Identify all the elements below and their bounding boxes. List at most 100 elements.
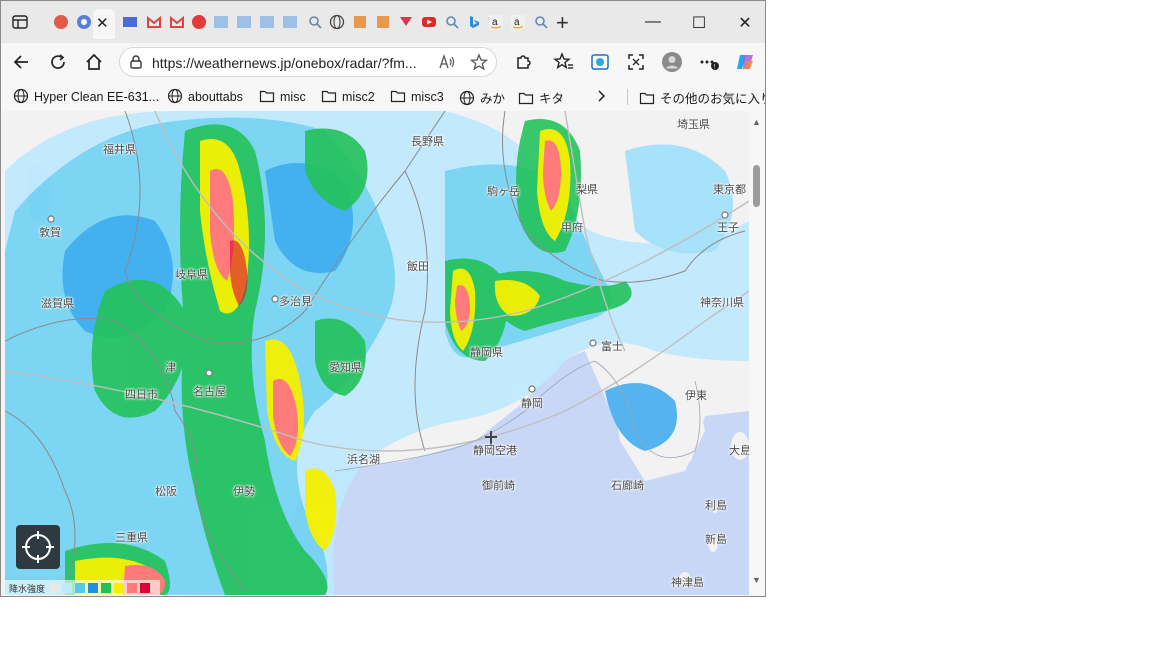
current-location-button[interactable] <box>16 525 60 569</box>
back-icon[interactable] <box>11 51 33 73</box>
map-label: 石廊崎 <box>611 480 644 492</box>
browser-window: ✕ a a + — ☐ ✕ https://weathernews.jp/one… <box>0 0 766 597</box>
search-icon[interactable] <box>307 14 323 30</box>
lock-icon[interactable] <box>128 54 144 70</box>
bookmark-folder-misc[interactable]: misc <box>259 88 306 104</box>
scrollbar-thumb[interactable] <box>753 165 760 207</box>
map-label: 岐阜県 <box>175 269 208 281</box>
tab-favicon-icon[interactable] <box>236 14 252 30</box>
bookmark-folder-misc3[interactable]: misc3 <box>390 88 444 104</box>
bookmarks-divider <box>627 89 628 105</box>
chevron-right-icon[interactable] <box>595 89 609 103</box>
bookmark-abouttabs[interactable]: abouttabs <box>167 88 243 104</box>
map-label: 東京都 <box>713 184 746 196</box>
scroll-up-icon[interactable]: ▲ <box>752 117 761 127</box>
gmail-icon[interactable] <box>169 14 185 30</box>
gmail-icon[interactable] <box>146 14 162 30</box>
search-icon[interactable] <box>533 14 549 30</box>
url-text[interactable]: https://weathernews.jp/onebox/radar/?fm.… <box>152 55 417 71</box>
close-tab-icon[interactable]: ✕ <box>96 14 109 32</box>
radar-map-canvas[interactable] <box>5 111 749 595</box>
map-label: 三重県 <box>115 532 148 544</box>
legend-swatch <box>62 583 72 593</box>
globe-icon[interactable] <box>329 14 345 30</box>
map-label: 多治見 <box>279 296 312 308</box>
bing-icon[interactable] <box>466 14 482 30</box>
map-label: 新島 <box>705 534 727 546</box>
address-bar[interactable]: https://weathernews.jp/onebox/radar/?fm.… <box>119 47 497 77</box>
legend-swatch <box>127 583 137 593</box>
bookmark-folder-kita[interactable]: キタ <box>518 88 564 107</box>
tab-favicon-icon[interactable] <box>398 14 414 30</box>
map-label: 滋賀県 <box>41 298 74 310</box>
tab-actions-icon[interactable] <box>11 13 29 31</box>
close-window-button[interactable]: ✕ <box>735 13 755 33</box>
globe-icon <box>13 88 29 104</box>
refresh-icon[interactable] <box>47 51 69 73</box>
bookmark-folder-misc2[interactable]: misc2 <box>321 88 375 104</box>
map-label: 埼玉県 <box>677 119 710 131</box>
edge-bar-icon[interactable] <box>589 51 611 73</box>
map-label: 伊勢 <box>233 486 255 498</box>
tab-favicon-icon[interactable] <box>352 14 368 30</box>
map-label: 神奈川県 <box>700 297 744 309</box>
bookmark-mika[interactable]: みか <box>459 88 505 107</box>
youtube-icon[interactable] <box>421 14 437 30</box>
amazon-icon[interactable]: a <box>510 14 526 30</box>
home-icon[interactable] <box>83 51 105 73</box>
bookmark-hyper-clean[interactable]: Hyper Clean EE-631... <box>13 88 159 104</box>
read-aloud-icon[interactable] <box>438 53 456 71</box>
folder-icon <box>259 90 275 103</box>
more-menu-icon[interactable]: ! <box>698 51 720 73</box>
map-label: 梨県 <box>576 184 598 196</box>
map-label: 四日市 <box>125 389 158 401</box>
maximize-button[interactable]: ☐ <box>689 13 709 33</box>
map-label: 静岡 <box>521 398 543 410</box>
minimize-button[interactable]: — <box>643 13 663 31</box>
tab-favicon-icon[interactable] <box>191 14 207 30</box>
globe-icon <box>459 90 475 106</box>
svg-text:a: a <box>492 17 498 28</box>
map-label: 松阪 <box>155 486 177 498</box>
tab-favicon-icon[interactable] <box>259 14 275 30</box>
tab-favicon-icon[interactable] <box>213 14 229 30</box>
legend-swatch <box>75 583 85 593</box>
map-label: 敦賀 <box>39 227 61 239</box>
folder-icon <box>639 92 655 105</box>
extensions-icon[interactable] <box>512 51 534 73</box>
scroll-down-icon[interactable]: ▼ <box>752 575 761 585</box>
map-label: 神津島 <box>671 577 704 589</box>
navigation-toolbar: https://weathernews.jp/onebox/radar/?fm.… <box>1 43 765 81</box>
copilot-icon[interactable] <box>734 51 756 73</box>
legend-swatch <box>114 583 124 593</box>
profile-avatar[interactable] <box>661 51 683 73</box>
other-favorites[interactable]: その他のお気に入り <box>639 88 765 107</box>
radar-map[interactable]: 埼玉県 長野県 福井県 東京都 梨県 駒ヶ岳 敦賀 王子 甲府 飯田 神奈川県 … <box>5 111 749 595</box>
map-label: 静岡空港 <box>473 445 517 457</box>
vertical-scrollbar[interactable]: ▲ ▼ <box>749 111 765 595</box>
map-label: 伊東 <box>685 390 707 402</box>
tab-favicon-icon[interactable] <box>122 14 138 30</box>
map-label: 富士 <box>601 341 623 353</box>
map-label: 静岡県 <box>470 347 503 359</box>
tab-favicon-icon[interactable] <box>282 14 298 30</box>
search-icon[interactable] <box>444 14 460 30</box>
tab-strip: ✕ a a + — ☐ ✕ <box>1 1 765 43</box>
map-label: 名古屋 <box>193 386 226 398</box>
crosshair-icon <box>22 531 54 563</box>
map-label: 飯田 <box>407 261 429 273</box>
map-label: 甲府 <box>561 222 583 234</box>
amazon-icon[interactable]: a <box>488 14 504 30</box>
precipitation-legend: 降水強度 <box>5 580 160 595</box>
tab-favicon-icon[interactable] <box>53 14 69 30</box>
favorites-icon[interactable] <box>553 51 575 73</box>
tab-favicon-icon[interactable] <box>375 14 391 30</box>
new-tab-button[interactable]: + <box>556 10 569 36</box>
screenshot-icon[interactable] <box>625 51 647 73</box>
favorite-star-icon[interactable] <box>470 53 488 71</box>
map-label: 長野県 <box>411 136 444 148</box>
legend-swatch <box>88 583 98 593</box>
map-label: 浜名湖 <box>347 454 380 466</box>
map-label: 王子 <box>717 222 739 234</box>
tab-favicon-icon[interactable] <box>76 14 92 30</box>
